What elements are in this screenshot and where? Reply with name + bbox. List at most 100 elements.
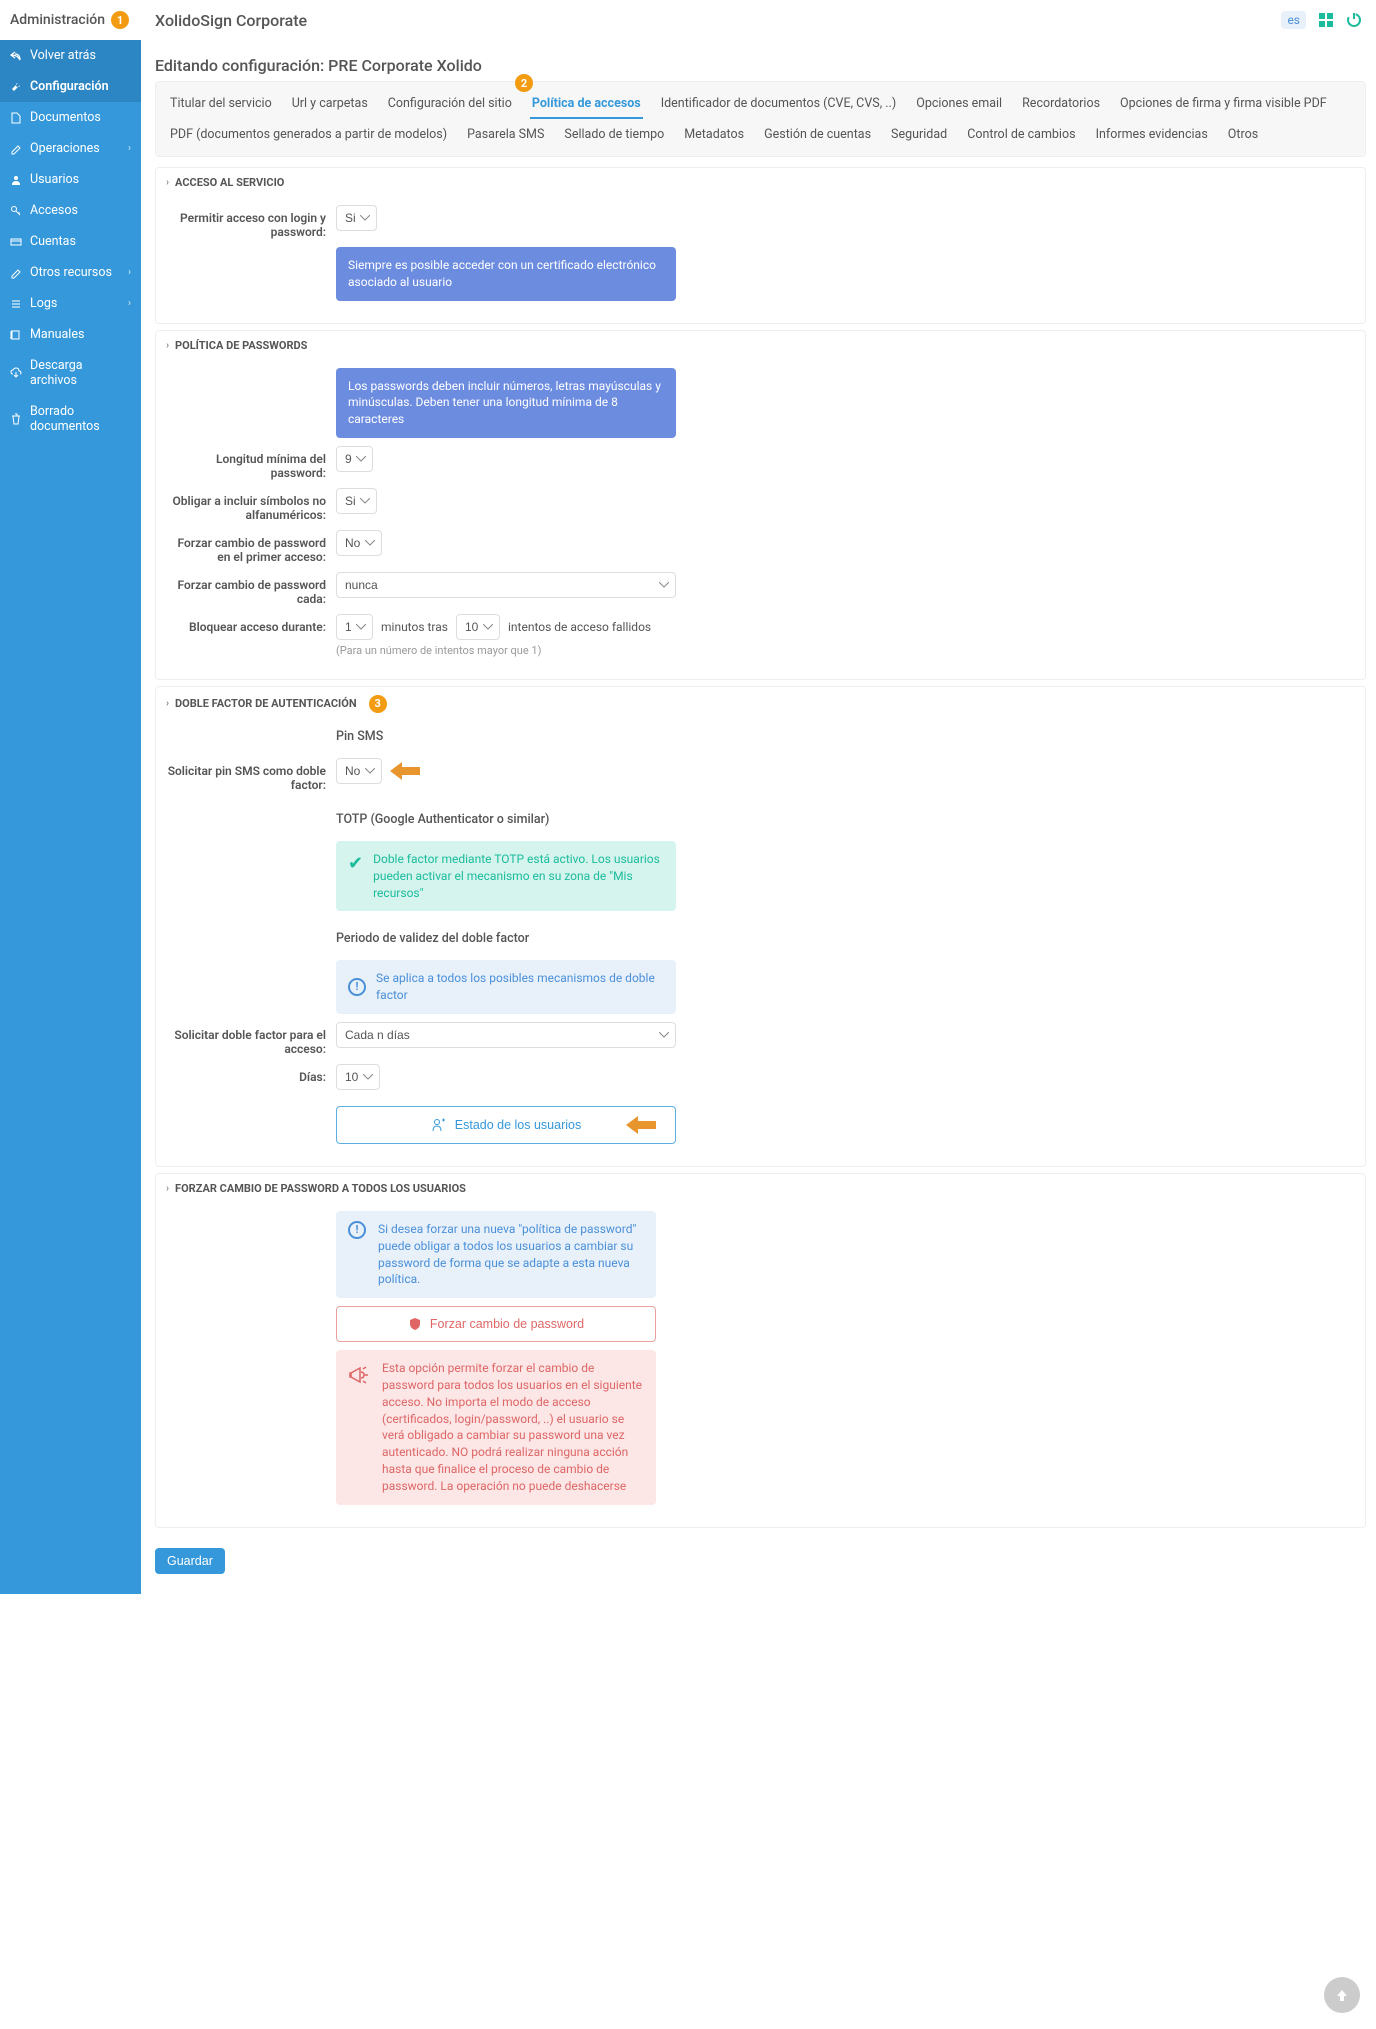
sidebar-item-configuracion[interactable]: Configuración xyxy=(0,71,141,102)
select-allow-login[interactable]: Si xyxy=(336,205,377,231)
panel-header-politica[interactable]: › POLÍTICA DE PASSWORDS xyxy=(156,331,1365,360)
select-force-every[interactable]: nunca xyxy=(336,572,676,598)
tab-seguridad[interactable]: Seguridad xyxy=(881,119,957,150)
label-min-length: Longitud mínima del password: xyxy=(166,446,336,480)
sidebar-item-documentos[interactable]: Documentos xyxy=(0,102,141,133)
lang-switch[interactable]: es xyxy=(1281,11,1306,29)
heading-periodo: Periodo de validez del doble factor xyxy=(336,931,1355,946)
info-password-policy: Los passwords deben incluir números, let… xyxy=(336,368,676,438)
sidebar-label: Accesos xyxy=(30,203,78,218)
tab-politica-accesos[interactable]: Política de accesos xyxy=(522,88,651,119)
select-block-attempts[interactable]: 10 xyxy=(456,614,500,640)
save-button[interactable]: Guardar xyxy=(155,1548,225,1574)
info-totp: ✔ Doble factor mediante TOTP está activo… xyxy=(336,841,676,911)
sidebar-label: Logs xyxy=(30,296,57,311)
sidebar-item-operaciones[interactable]: Operaciones › xyxy=(0,133,141,164)
edit-icon xyxy=(10,143,22,155)
info-forzar-blue: ! Si desea forzar una nueva "política de… xyxy=(336,1211,656,1298)
tab-identificador[interactable]: Identificador de documentos (CVE, CVS, .… xyxy=(651,88,907,119)
label-symbols: Obligar a incluir símbolos no alfanuméri… xyxy=(166,488,336,522)
reply-icon xyxy=(10,50,22,62)
select-dias[interactable]: 10 xyxy=(336,1064,380,1090)
power-icon[interactable] xyxy=(1346,12,1362,28)
list-icon xyxy=(10,298,22,310)
sidebar-back[interactable]: Volver atrás xyxy=(0,40,141,71)
sidebar-item-borrado[interactable]: Borrado documentos xyxy=(0,396,141,442)
label-allow-login: Permitir acceso con login y password: xyxy=(166,205,336,239)
chevron-right-icon: › xyxy=(128,298,131,309)
chevron-right-icon: › xyxy=(128,267,131,278)
badge-1: 1 xyxy=(111,11,129,29)
sidebar-label: Manuales xyxy=(30,327,84,342)
sidebar-label: Operaciones xyxy=(30,141,100,156)
tab-url[interactable]: Url y carpetas xyxy=(282,88,378,119)
sidebar: Volver atrás Configuración Documentos Op… xyxy=(0,40,141,1594)
chevron-right-icon: › xyxy=(166,177,169,188)
tab-informes[interactable]: Informes evidencias xyxy=(1086,119,1218,150)
admin-label: Administración xyxy=(10,12,105,28)
sidebar-item-descarga[interactable]: Descarga archivos xyxy=(0,350,141,396)
sidebar-label: Otros recursos xyxy=(30,265,112,280)
info-icon: ! xyxy=(348,1221,366,1239)
chevron-right-icon: › xyxy=(166,1183,169,1194)
file-icon xyxy=(10,112,22,124)
tab-cambios[interactable]: Control de cambios xyxy=(957,119,1085,150)
select-symbols[interactable]: Si xyxy=(336,488,377,514)
label-force-every: Forzar cambio de password cada: xyxy=(166,572,336,606)
sidebar-back-label: Volver atrás xyxy=(30,48,96,63)
sidebar-label: Borrado documentos xyxy=(30,404,131,434)
tab-sms[interactable]: Pasarela SMS xyxy=(457,119,554,150)
label-block: Bloquear acceso durante: xyxy=(166,614,336,634)
tab-pdf[interactable]: PDF (documentos generados a partir de mo… xyxy=(160,119,457,150)
badge-3: 3 xyxy=(369,695,387,713)
arrow-left-icon xyxy=(390,762,420,780)
tab-email[interactable]: Opciones email xyxy=(906,88,1012,119)
tab-otros[interactable]: Otros xyxy=(1218,119,1268,150)
sidebar-item-usuarios[interactable]: Usuarios xyxy=(0,164,141,195)
heading-pin-sms: Pin SMS xyxy=(336,729,1355,744)
users-icon xyxy=(431,1117,447,1133)
sidebar-item-cuentas[interactable]: Cuentas xyxy=(0,226,141,257)
info-forzar-blue-text: Si desea forzar una nueva "política de p… xyxy=(378,1221,644,1288)
btn-forzar-cambio[interactable]: Forzar cambio de password xyxy=(336,1306,656,1342)
select-min-length[interactable]: 9 xyxy=(336,446,373,472)
tab-metadatos[interactable]: Metadatos xyxy=(674,119,754,150)
sidebar-item-accesos[interactable]: Accesos xyxy=(0,195,141,226)
grid-icon[interactable] xyxy=(1318,12,1334,28)
text-attempts-tail: intentos de acceso fallidos xyxy=(508,620,651,634)
heading-totp: TOTP (Google Authenticator o similar) xyxy=(336,812,1355,827)
sidebar-item-logs[interactable]: Logs › xyxy=(0,288,141,319)
scroll-top-button[interactable] xyxy=(1324,1977,1360,2013)
check-icon: ✔ xyxy=(348,851,363,876)
info-totp-text: Doble factor mediante TOTP está activo. … xyxy=(373,851,664,901)
btn-estado-usuarios[interactable]: Estado de los usuarios xyxy=(336,1106,676,1144)
panel-header-doble[interactable]: › DOBLE FACTOR DE AUTENTICACIÓN 3 xyxy=(156,687,1365,721)
chevron-right-icon: › xyxy=(128,143,131,154)
sidebar-label: Descarga archivos xyxy=(30,358,131,388)
sidebar-label: Usuarios xyxy=(30,172,79,187)
select-solicitar-doble[interactable]: Cada n días xyxy=(336,1022,676,1048)
tab-titular[interactable]: Titular del servicio xyxy=(160,88,282,119)
label-solicitar-doble: Solicitar doble factor para el acceso: xyxy=(166,1022,336,1056)
sidebar-item-otros-recursos[interactable]: Otros recursos › xyxy=(0,257,141,288)
tab-sellado[interactable]: Sellado de tiempo xyxy=(554,119,674,150)
tab-config-sitio[interactable]: Configuración del sitio xyxy=(378,88,522,119)
info-periodo: ! Se aplica a todos los posibles mecanis… xyxy=(336,960,676,1014)
label-force-first: Forzar cambio de password en el primer a… xyxy=(166,530,336,564)
cloud-download-icon xyxy=(10,367,22,379)
btn-forzar-label: Forzar cambio de password xyxy=(430,1317,584,1331)
chevron-right-icon: › xyxy=(166,698,169,709)
section-title: POLÍTICA DE PASSWORDS xyxy=(175,339,307,352)
book-icon xyxy=(10,329,22,341)
panel-header-acceso[interactable]: › ACCESO AL SERVICIO xyxy=(156,168,1365,197)
tab-recordatorios[interactable]: Recordatorios xyxy=(1012,88,1110,119)
wrench-icon xyxy=(10,81,22,93)
panel-header-forzar[interactable]: › FORZAR CAMBIO DE PASSWORD A TODOS LOS … xyxy=(156,1174,1365,1203)
select-pin-sms[interactable]: No xyxy=(336,758,382,784)
select-block-minutes[interactable]: 1 xyxy=(336,614,373,640)
tab-cuentas[interactable]: Gestión de cuentas xyxy=(754,119,881,150)
tab-firma[interactable]: Opciones de firma y firma visible PDF xyxy=(1110,88,1337,119)
sidebar-item-manuales[interactable]: Manuales xyxy=(0,319,141,350)
info-forzar-red-text: Esta opción permite forzar el cambio de … xyxy=(382,1360,644,1494)
select-force-first[interactable]: No xyxy=(336,530,382,556)
